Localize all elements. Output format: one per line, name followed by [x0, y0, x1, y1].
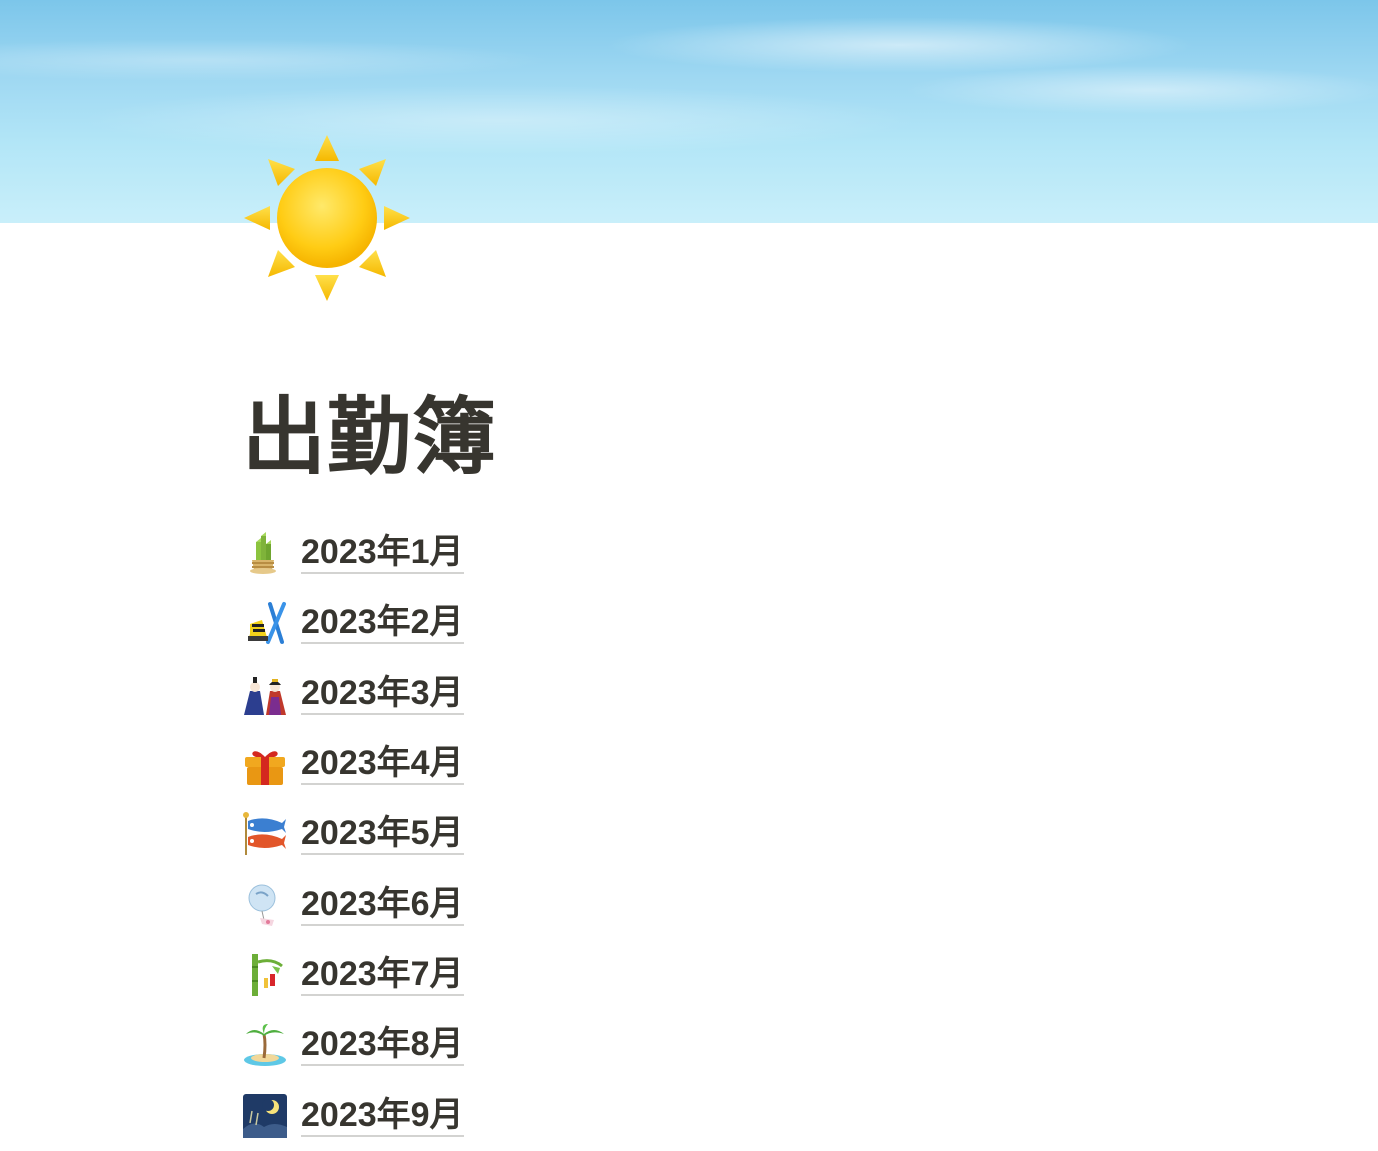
page-cover[interactable] — [0, 0, 1378, 223]
page-link-label[interactable]: 2023年6月 — [301, 884, 464, 926]
page-link-label[interactable]: 2023年1月 — [301, 532, 464, 575]
carp-streamer-icon — [242, 811, 288, 857]
page-link-label[interactable]: 2023年2月 — [301, 602, 464, 645]
page-link-2023-09[interactable]: 2023年9月 — [242, 1080, 464, 1150]
page-link-label[interactable]: 2023年7月 — [301, 954, 464, 996]
gift-icon — [242, 741, 288, 787]
page-link-2023-06[interactable]: 2023年6月 — [242, 869, 464, 939]
page-link-2023-08[interactable]: 2023年8月 — [242, 1010, 464, 1080]
page-link-2023-02[interactable]: 2023年2月 — [242, 588, 464, 658]
tanabata-tree-icon — [242, 952, 288, 998]
island-icon — [242, 1022, 288, 1068]
page-link-label[interactable]: 2023年9月 — [301, 1095, 464, 1137]
page-title[interactable]: 出勤簿 — [242, 382, 497, 492]
ski-icon — [242, 600, 288, 646]
page-link-label[interactable]: 2023年8月 — [301, 1024, 464, 1067]
month-page-list: 2023年1月 2023年2月 2023年3月 2023年4月 2023年5月 … — [242, 518, 464, 1151]
sun-icon[interactable] — [242, 133, 412, 303]
kadomatsu-icon — [242, 530, 288, 576]
page-link-2023-04[interactable]: 2023年4月 — [242, 729, 464, 799]
moon-viewing-icon — [242, 1093, 288, 1139]
page-link-2023-01[interactable]: 2023年1月 — [242, 518, 464, 588]
page-link-label[interactable]: 2023年3月 — [301, 673, 464, 715]
wind-chime-icon — [242, 882, 288, 928]
dolls-icon — [242, 671, 288, 717]
page-link-2023-03[interactable]: 2023年3月 — [242, 659, 464, 729]
page-link-2023-07[interactable]: 2023年7月 — [242, 940, 464, 1010]
page-link-label[interactable]: 2023年5月 — [301, 813, 464, 856]
page-link-label[interactable]: 2023年4月 — [301, 743, 464, 786]
page-link-2023-05[interactable]: 2023年5月 — [242, 799, 464, 869]
